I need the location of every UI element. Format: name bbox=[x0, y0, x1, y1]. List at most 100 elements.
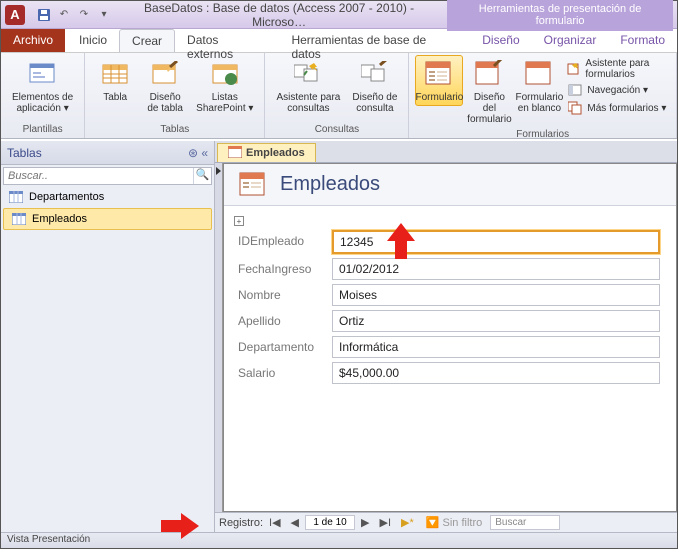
query-wizard-icon bbox=[292, 58, 324, 90]
record-selector[interactable] bbox=[215, 163, 223, 512]
nav-search-input[interactable] bbox=[4, 168, 193, 184]
form-wizard-label: Asistente para formularios bbox=[585, 58, 668, 80]
window-title: BaseDatos : Base de datos (Access 2007 -… bbox=[119, 0, 673, 31]
field-idempleado: IDEmpleado12345 bbox=[232, 230, 660, 254]
app-elements-icon bbox=[27, 58, 59, 90]
blank-form-icon bbox=[523, 58, 555, 90]
prev-record-button[interactable]: ◀ bbox=[287, 516, 303, 529]
tab-format[interactable]: Formato bbox=[608, 29, 677, 52]
app-elements-label: Elementos de aplicación ▾ bbox=[12, 92, 73, 114]
field-input-fechaingreso[interactable]: 01/02/2012 bbox=[332, 258, 660, 280]
qat-dropdown-icon[interactable]: ▾ bbox=[95, 6, 113, 24]
undo-icon[interactable]: ↶ bbox=[55, 6, 73, 24]
query-design-icon bbox=[359, 58, 391, 90]
field-label[interactable]: Departamento bbox=[232, 336, 332, 358]
status-bar: Vista Presentación bbox=[1, 532, 677, 548]
group-tables: Tabla Diseño de tabla Listas SharePoint … bbox=[85, 53, 265, 138]
query-design-button[interactable]: Diseño de consulta bbox=[347, 55, 402, 117]
tab-file[interactable]: Archivo bbox=[1, 29, 65, 52]
form-button[interactable]: Formulario bbox=[415, 55, 463, 106]
tab-home[interactable]: Inicio bbox=[67, 29, 119, 52]
workspace: Tablas⊛ « 🔍 Departamentos Empleados Empl… bbox=[1, 141, 677, 532]
field-departamento: DepartamentoInformática bbox=[232, 336, 660, 358]
layout-expand-icon[interactable]: + bbox=[234, 216, 244, 226]
app-elements-button[interactable]: Elementos de aplicación ▾ bbox=[7, 55, 78, 117]
nav-collapse-icon[interactable]: ⊛ « bbox=[188, 146, 208, 160]
table-mini-icon bbox=[12, 213, 26, 225]
field-apellido: ApellidoOrtiz bbox=[232, 310, 660, 332]
form-header: Empleados bbox=[224, 164, 676, 206]
redo-icon[interactable]: ↷ bbox=[75, 6, 93, 24]
document-title: BaseDatos : Base de datos (Access 2007 -… bbox=[119, 1, 439, 29]
record-navigation: Registro: I◀ ◀ ▶ ▶I ▶* 🔽 Sin filtro Busc… bbox=[215, 512, 677, 532]
document-tab-empleados[interactable]: Empleados bbox=[217, 143, 316, 162]
form-title: Empleados bbox=[280, 173, 380, 196]
table-label: Tabla bbox=[103, 92, 127, 103]
query-wizard-button[interactable]: Asistente para consultas bbox=[271, 55, 345, 117]
group-templates-label: Plantillas bbox=[7, 123, 78, 136]
form-wizard-button[interactable]: Asistente para formularios bbox=[565, 57, 670, 81]
field-label[interactable]: IDEmpleado bbox=[232, 230, 332, 254]
save-icon[interactable] bbox=[35, 6, 53, 24]
table-button[interactable]: Tabla bbox=[91, 55, 139, 106]
field-label[interactable]: Nombre bbox=[232, 284, 332, 306]
next-record-button[interactable]: ▶ bbox=[357, 516, 373, 529]
field-label[interactable]: Salario bbox=[232, 362, 332, 384]
title-bar: A ↶ ↷ ▾ BaseDatos : Base de datos (Acces… bbox=[1, 1, 677, 29]
document-tab-label: Empleados bbox=[246, 147, 305, 159]
table-design-icon bbox=[149, 58, 181, 90]
ribbon-tabs: Archivo Inicio Crear Datos externos Herr… bbox=[1, 29, 677, 53]
tab-arrange[interactable]: Organizar bbox=[532, 29, 609, 52]
field-label[interactable]: Apellido bbox=[232, 310, 332, 332]
last-record-button[interactable]: ▶I bbox=[375, 516, 395, 529]
nav-item-empleados[interactable]: Empleados bbox=[3, 208, 212, 230]
document-tabs: Empleados bbox=[215, 141, 677, 163]
no-filter-indicator[interactable]: 🔽 Sin filtro bbox=[426, 516, 483, 529]
nav-search: 🔍 bbox=[3, 167, 212, 185]
field-fechaingreso: FechaIngreso01/02/2012 bbox=[232, 258, 660, 280]
table-mini-icon bbox=[9, 191, 23, 203]
sharepoint-label: Listas SharePoint ▾ bbox=[196, 92, 253, 114]
sharepoint-lists-button[interactable]: Listas SharePoint ▾ bbox=[191, 55, 258, 117]
table-design-button[interactable]: Diseño de tabla bbox=[141, 55, 189, 117]
form-design-button[interactable]: Diseño del formulario bbox=[465, 55, 513, 128]
more-forms-button[interactable]: Más formularios ▾ bbox=[565, 99, 670, 117]
tab-design[interactable]: Diseño bbox=[470, 29, 531, 52]
field-label[interactable]: FechaIngreso bbox=[232, 258, 332, 280]
app-icon: A bbox=[5, 5, 25, 25]
contextual-tab-header: Herramientas de presentación de formular… bbox=[447, 0, 673, 31]
record-label: Registro: bbox=[219, 517, 263, 529]
first-record-button[interactable]: I◀ bbox=[265, 516, 285, 529]
new-record-button[interactable]: ▶* bbox=[397, 516, 418, 529]
navigation-icon bbox=[567, 82, 583, 98]
form-label: Formulario bbox=[416, 92, 464, 103]
nav-header[interactable]: Tablas⊛ « bbox=[1, 141, 214, 165]
field-input-apellido[interactable]: Ortiz bbox=[332, 310, 660, 332]
form-view: Empleados + IDEmpleado12345 FechaIngreso… bbox=[223, 163, 677, 512]
tab-external-data[interactable]: Datos externos bbox=[175, 29, 279, 52]
tab-database-tools[interactable]: Herramientas de base de datos bbox=[279, 29, 470, 52]
record-search-input[interactable]: Buscar bbox=[490, 515, 560, 530]
record-position-input[interactable] bbox=[305, 515, 355, 530]
nav-item-label: Empleados bbox=[32, 213, 87, 225]
nav-item-departamentos[interactable]: Departamentos bbox=[1, 187, 214, 207]
form-design-icon bbox=[473, 58, 505, 90]
form-header-icon bbox=[238, 171, 268, 199]
field-input-departamento[interactable]: Informática bbox=[332, 336, 660, 358]
sharepoint-icon bbox=[209, 58, 241, 90]
navigation-button[interactable]: Navegación ▾ bbox=[565, 81, 670, 99]
nav-search-go-icon[interactable]: 🔍 bbox=[193, 168, 211, 184]
field-input-salario[interactable]: $45,000.00 bbox=[332, 362, 660, 384]
more-forms-label: Más formularios ▾ bbox=[587, 103, 666, 114]
group-forms: Formulario Diseño del formulario Formula… bbox=[409, 53, 677, 138]
navigation-label: Navegación ▾ bbox=[587, 85, 648, 96]
more-forms-icon bbox=[567, 100, 583, 116]
ribbon: Elementos de aplicación ▾ Plantillas Tab… bbox=[1, 53, 677, 139]
blank-form-button[interactable]: Formulario en blanco bbox=[515, 55, 563, 117]
field-input-idempleado[interactable]: 12345 bbox=[332, 230, 660, 254]
field-input-nombre[interactable]: Moises bbox=[332, 284, 660, 306]
form-icon bbox=[423, 58, 455, 90]
table-design-label: Diseño de tabla bbox=[147, 92, 183, 114]
query-wizard-label: Asistente para consultas bbox=[276, 92, 340, 114]
tab-create[interactable]: Crear bbox=[119, 29, 175, 52]
